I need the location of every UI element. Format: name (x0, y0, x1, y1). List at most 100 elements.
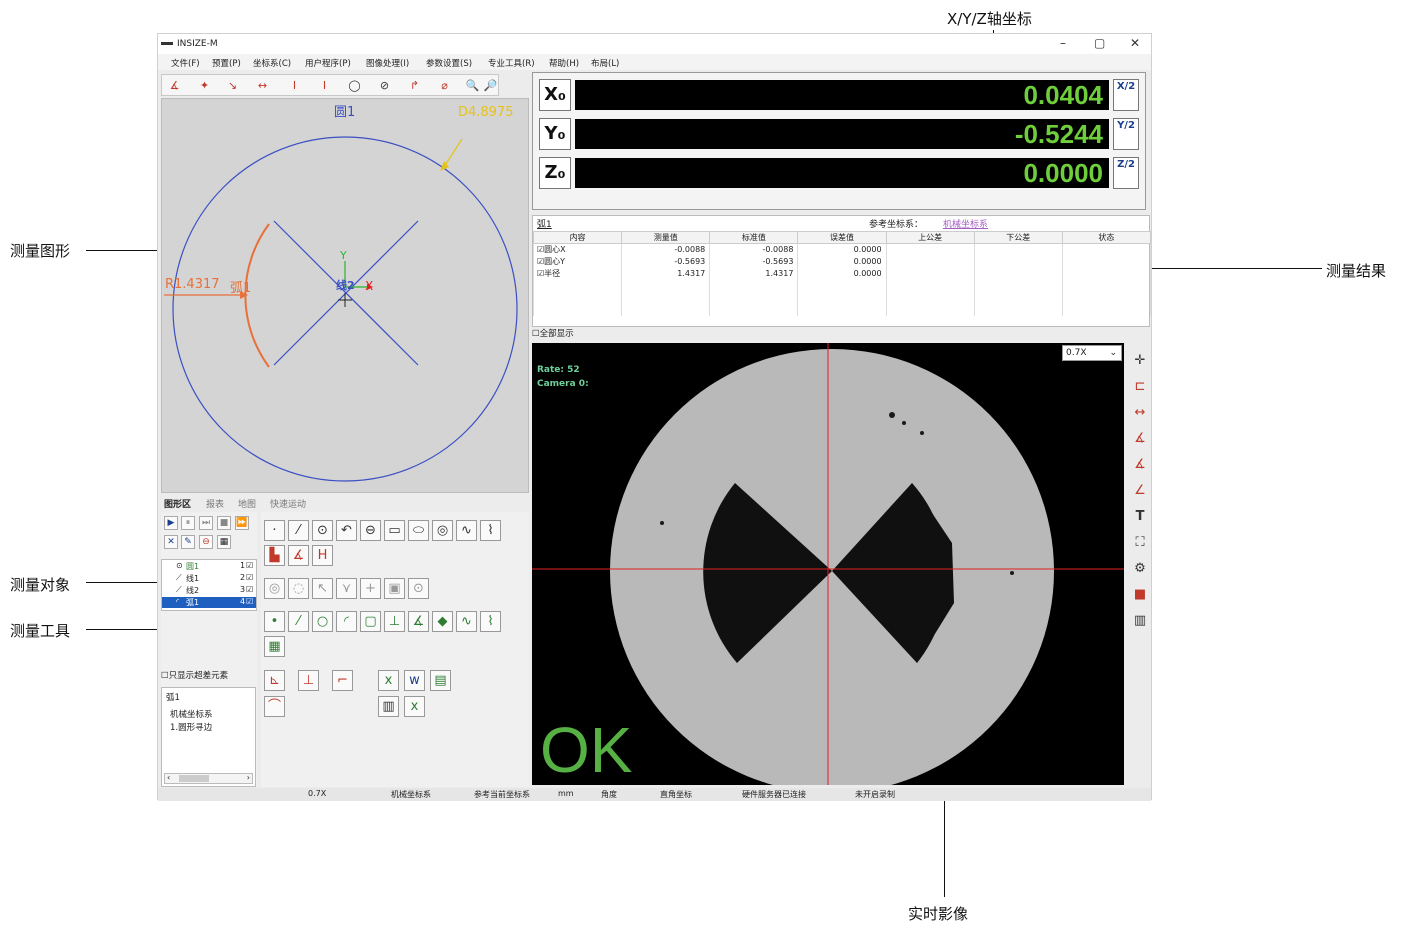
edge-finder-icon[interactable]: ⊏ (1130, 377, 1150, 397)
lower-tol-cell[interactable] (973, 267, 1063, 280)
object-checkbox[interactable]: ☑ (246, 597, 253, 606)
freeform-measure-icon[interactable]: ⌇ (480, 611, 501, 632)
arc-dim-icon[interactable]: ↱ (406, 77, 423, 94)
angle-icon[interactable]: ∡ (288, 545, 309, 566)
distance-icon[interactable]: H (312, 545, 333, 566)
scroll-right-icon[interactable]: › (247, 773, 250, 782)
list-item-selected[interactable]: ◜ 弧1 4 ☑ (162, 597, 256, 608)
object-checkbox[interactable]: ☑ (246, 573, 253, 582)
ellipse-icon[interactable]: ⊖ (360, 520, 381, 541)
minimize-button[interactable]: – (1060, 36, 1066, 50)
distance-measure-icon[interactable]: ↔ (1130, 403, 1150, 423)
diagonal-icon[interactable]: ↖ (312, 578, 333, 599)
freeform-icon[interactable]: ⌇ (480, 520, 501, 541)
list-item[interactable]: ⟋ 线1 2 ☑ (162, 573, 256, 584)
z-half-button[interactable]: Z/2 (1113, 157, 1139, 189)
tab-graphic[interactable]: 图形区 (164, 497, 191, 510)
upper-tol-cell[interactable] (885, 243, 975, 256)
ring-fit-icon[interactable]: ◌ (288, 578, 309, 599)
calendar-icon[interactable]: ▦ (217, 535, 231, 549)
diameter-dim-icon[interactable]: ⌀ (436, 77, 453, 94)
table-row[interactable]: ☑半径 1.4317 1.4317 0.0000 (532, 267, 1152, 280)
vertical-dim-icon[interactable]: I (286, 77, 303, 94)
tab-map[interactable]: 地图 (238, 497, 256, 510)
camera-zoom-select[interactable]: 0.7X ⌄ (1062, 345, 1122, 361)
reference-coord-link[interactable]: 机械坐标系 (943, 217, 988, 230)
scroll-left-icon[interactable]: ‹ (167, 773, 170, 782)
list-item[interactable]: ⊙ 圆1 1 ☑ (162, 561, 256, 572)
stop-icon[interactable]: ■ (217, 516, 231, 530)
measure-graphic-area[interactable]: 圆1 D4.8975 R1.4317 弧1 线2 Y X (161, 98, 529, 493)
calculator-icon[interactable]: ▦ (264, 636, 285, 657)
target-icon[interactable]: ⊙ (408, 578, 429, 599)
excel-export-icon[interactable]: x (378, 670, 399, 691)
only-show-out-of-tolerance[interactable]: ☐只显示超差元素 (161, 669, 228, 681)
line-dim-tool-icon[interactable]: ↘ (224, 77, 241, 94)
scroll-thumb[interactable] (179, 775, 209, 782)
tab-report[interactable]: 报表 (206, 497, 224, 510)
fullscreen-icon[interactable]: ⛶ (1130, 533, 1150, 553)
circle-measure-icon[interactable]: ○ (312, 611, 333, 632)
menu-image-processing[interactable]: 图像处理(I) (366, 57, 409, 69)
angle-measure-icon[interactable]: ∠ (1130, 481, 1150, 501)
menu-user-program[interactable]: 用户程序(P) (305, 57, 351, 69)
chart-export-icon[interactable]: ▤ (430, 670, 451, 691)
y-angle-icon[interactable]: ∡ (1130, 455, 1150, 475)
upper-tol-cell[interactable] (885, 255, 975, 268)
x-angle-icon[interactable]: ∡ (1130, 429, 1150, 449)
coord-reset-icon[interactable]: ⌒ (264, 696, 285, 717)
line-measure-icon[interactable]: ⁄ (288, 611, 309, 632)
area-measure-icon[interactable]: ◆ (432, 611, 453, 632)
arc-measure-icon[interactable]: ◜ (336, 611, 357, 632)
object-checkbox[interactable]: ☑ (246, 561, 253, 570)
image-icon[interactable]: ▣ (384, 578, 405, 599)
circle-fit-icon[interactable]: ◎ (264, 578, 285, 599)
delete-icon[interactable]: ⊖ (199, 535, 213, 549)
play-icon[interactable]: ▶ (164, 516, 178, 530)
circle-dim-icon[interactable]: ◯ (346, 77, 363, 94)
cross-tool-icon[interactable]: ✕ (164, 535, 178, 549)
list-item[interactable]: ⟋ 线2 3 ☑ (162, 585, 256, 596)
point-tool-icon[interactable]: ✦ (196, 77, 213, 94)
intersect-icon[interactable]: ⋎ (336, 578, 357, 599)
checkbox-icon[interactable]: ☐ (161, 671, 169, 681)
menu-help[interactable]: 帮助(H) (549, 57, 579, 69)
record-icon[interactable]: ■ (1130, 585, 1150, 605)
vertical-offset-icon[interactable]: I (316, 77, 333, 94)
tab-quick-move[interactable]: 快速运动 (270, 497, 306, 510)
angle-measure-icon[interactable]: ∡ (408, 611, 429, 632)
table-row[interactable]: ☑圆心Y -0.5693 -0.5693 0.0000 (532, 255, 1152, 268)
lower-tol-cell[interactable] (973, 255, 1063, 268)
cross-icon[interactable]: + (360, 578, 381, 599)
curve-measure-icon[interactable]: ∿ (456, 611, 477, 632)
fast-forward-icon[interactable]: ⏩ (235, 516, 249, 530)
height-gauge-icon[interactable]: ▙ (264, 545, 285, 566)
coord-axis-icon[interactable]: ⊥ (298, 670, 319, 691)
barcode-icon[interactable]: ▥ (1130, 611, 1150, 631)
show-all-checkbox[interactable]: ☐全部显示 (532, 327, 574, 339)
menu-layout[interactable]: 布局(L) (591, 57, 619, 69)
edit-icon[interactable]: ✎ (181, 535, 195, 549)
angle-tool-icon[interactable]: ∡ (166, 77, 183, 94)
menu-parameters[interactable]: 参数设置(S) (426, 57, 472, 69)
horizontal-scrollbar[interactable]: ‹ › (164, 773, 253, 784)
live-camera-view[interactable]: 0.7X ⌄ Rate: 52 Camera 0: OK (532, 343, 1124, 785)
text-icon[interactable]: T (1130, 507, 1150, 527)
rectangle-measure-icon[interactable]: ▢ (360, 611, 381, 632)
step-icon[interactable]: ⏭ (199, 516, 213, 530)
word-export-icon[interactable]: w (404, 670, 425, 691)
lower-tol-cell[interactable] (973, 243, 1063, 256)
pause-icon[interactable]: ⏸ (181, 516, 195, 530)
coord-origin-icon[interactable]: ⊾ (264, 670, 285, 691)
menu-pro-tools[interactable]: 专业工具(R) (488, 57, 535, 69)
x-half-button[interactable]: X/2 (1113, 79, 1139, 111)
step-measure-icon[interactable]: ⊥ (384, 611, 405, 632)
zoom-in-icon[interactable]: 🔍 (464, 77, 481, 94)
menu-coordinate[interactable]: 坐标系(C) (253, 57, 291, 69)
horizontal-dim-icon[interactable]: ↔ (254, 77, 271, 94)
print-icon[interactable]: ▥ (378, 696, 399, 717)
close-button[interactable]: ✕ (1130, 36, 1140, 50)
upper-tol-cell[interactable] (885, 267, 975, 280)
line-icon[interactable]: ⁄ (288, 520, 309, 541)
arc-icon[interactable]: ↶ (336, 520, 357, 541)
